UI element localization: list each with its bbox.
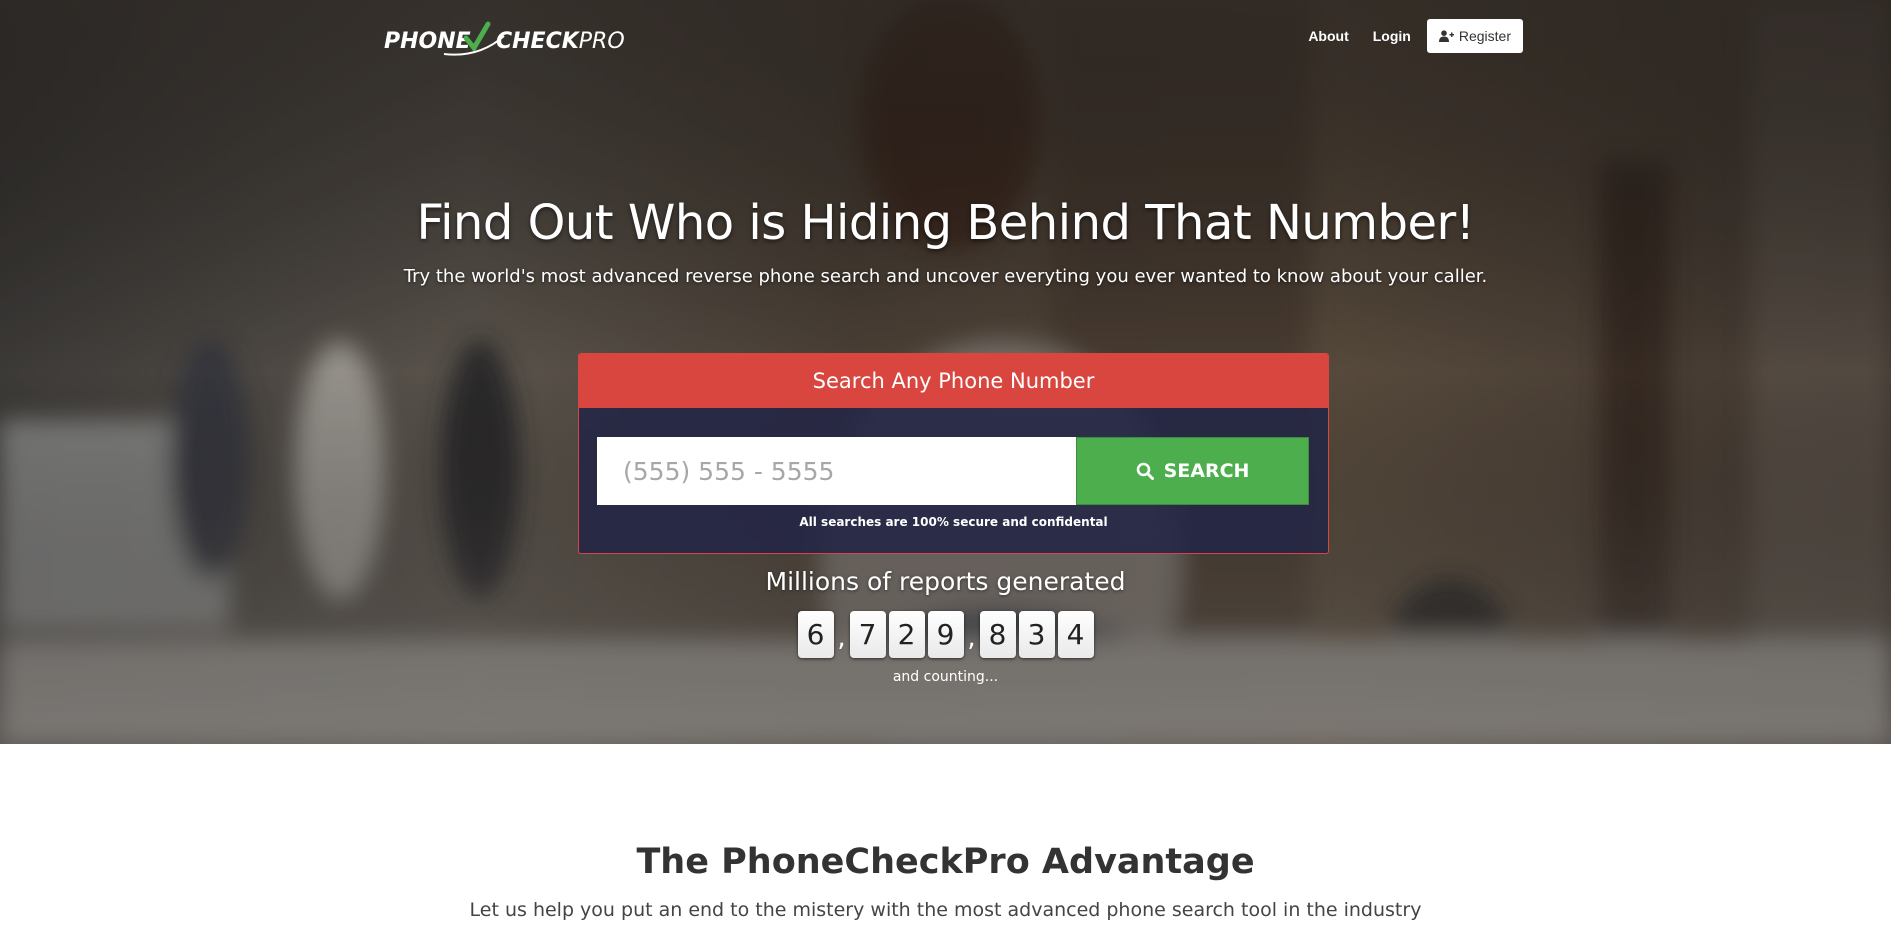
search-panel: Search Any Phone Number SEARCH All searc… — [578, 353, 1329, 554]
counter-footer: and counting... — [892, 669, 999, 685]
counter-digit: 4 — [1057, 611, 1094, 658]
counter-separator: , — [837, 623, 846, 653]
phone-number-input[interactable] — [597, 437, 1076, 505]
about-link[interactable]: About — [1296, 20, 1360, 52]
secure-note: All searches are 100% secure and confide… — [799, 515, 1108, 529]
search-button[interactable]: SEARCH — [1076, 437, 1309, 505]
counter-digit: 7 — [849, 611, 886, 658]
register-button[interactable]: Register — [1426, 19, 1523, 53]
top-nav: About Login Register — [1296, 19, 1523, 53]
hero-subline: Try the world's most advanced reverse ph… — [403, 266, 1488, 287]
counter-separator: , — [967, 623, 976, 653]
counter-digit: 3 — [1018, 611, 1055, 658]
advantage-title: The PhoneCheckPro Advantage — [636, 842, 1255, 882]
search-icon — [1136, 462, 1154, 480]
report-counter: 6 , 7 2 9 , 8 3 4 — [0, 611, 1891, 658]
search-button-label: SEARCH — [1163, 460, 1250, 482]
login-link[interactable]: Login — [1361, 20, 1423, 52]
user-plus-icon — [1438, 30, 1454, 42]
svg-text:PHONE: PHONE — [384, 29, 471, 54]
register-label: Register — [1458, 28, 1511, 44]
advantage-subtitle: Let us help you put an end to the mister… — [469, 899, 1422, 921]
hero-headline: Find Out Who is Hiding Behind That Numbe… — [416, 195, 1475, 251]
svg-text:CHECKPRO: CHECKPRO — [496, 29, 624, 54]
counter-title: Millions of reports generated — [765, 567, 1126, 596]
search-panel-header: Search Any Phone Number — [579, 354, 1328, 408]
counter-digit: 8 — [979, 611, 1016, 658]
search-row: SEARCH — [597, 437, 1309, 505]
counter-digit: 2 — [888, 611, 925, 658]
hero-section: PHONE CHECKPRO About Login Register Find… — [0, 0, 1891, 744]
phonecheckpro-logo[interactable]: PHONE CHECKPRO — [384, 18, 624, 58]
counter-digit: 6 — [797, 611, 834, 658]
counter-digit: 9 — [927, 611, 964, 658]
